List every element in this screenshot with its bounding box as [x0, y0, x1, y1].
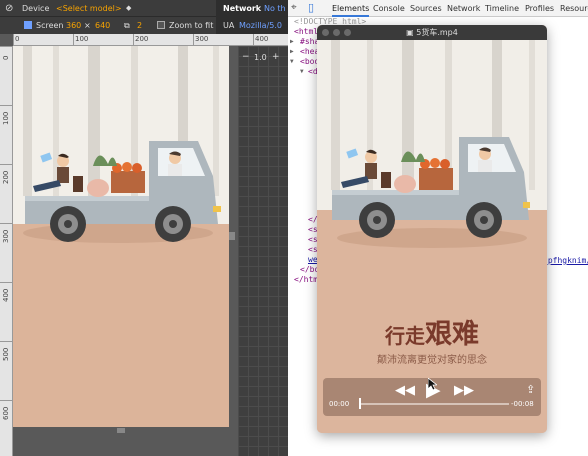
video-player-window: ▣ 5货车.mp4 行走艰难 颠沛流离更觉对家的思念 ◀◀ ▶▶ ⇪ 00:00… — [317, 25, 547, 433]
device-mode-toggle-icon[interactable]: ▯ — [308, 1, 314, 14]
emulated-viewport — [13, 46, 229, 427]
tab-resources[interactable]: Resourc — [560, 0, 588, 17]
time-remaining: -00:08 — [511, 400, 534, 408]
page-dots — [409, 429, 451, 433]
zoom-in-button[interactable]: + — [272, 52, 280, 62]
ruler-label: 400 — [2, 288, 10, 302]
ua-input[interactable]: Mozilla/5.0 — [239, 17, 282, 34]
ruler-label: 300 — [195, 35, 209, 43]
video-subheadline: 颠沛流离更觉对家的思念 — [377, 355, 487, 366]
tab-sources[interactable]: Sources — [410, 0, 442, 17]
ruler-vertical: 0 100 200 300 400 500 600 — [0, 46, 13, 456]
truck-illustration — [13, 46, 229, 427]
zoom-value: 1.0 — [254, 53, 267, 62]
mouse-cursor-icon — [428, 378, 437, 391]
screen-width-input[interactable]: 360 — [66, 17, 81, 34]
device-toolbar: ⊘ Device <Select model> ◆ Network No th … — [0, 0, 288, 34]
tab-timeline[interactable]: Timeline — [485, 0, 519, 17]
ruler-label: 100 — [2, 111, 10, 125]
ruler-label: 600 — [2, 406, 10, 420]
player-titlebar: ▣ 5货车.mp4 — [317, 25, 547, 40]
ua-label: UA — [223, 21, 235, 30]
device-toolbar-row1: ⊘ Device <Select model> ◆ Network No th — [0, 0, 288, 17]
ruler-label: 0 — [2, 55, 10, 60]
ruler-label: 200 — [2, 170, 10, 184]
time-current: 00:00 — [329, 400, 350, 408]
dpr-icon: ⧉ — [124, 21, 130, 30]
tab-console[interactable]: Console — [373, 0, 405, 17]
tab-network[interactable]: Network — [447, 0, 480, 17]
rewind-icon[interactable]: ◀◀ — [395, 383, 415, 398]
progress-knob[interactable] — [359, 398, 361, 409]
tab-profiles[interactable]: Profiles — [525, 0, 554, 17]
ruler-label: 500 — [2, 347, 10, 361]
dom-html-close: </htm — [294, 275, 319, 284]
device-label: Device — [22, 4, 50, 13]
inspect-icon[interactable]: ⌖ — [291, 2, 297, 13]
zoom-to-fit-label: Zoom to fit — [169, 21, 214, 30]
network-label: Network — [223, 4, 262, 13]
dpr-input[interactable]: 2 — [137, 17, 142, 34]
device-toolbar-row2: Screen 360 × 640 ⧉ 2 Zoom to fit UA Mozi… — [0, 17, 288, 34]
screen-label: Screen — [36, 21, 64, 30]
video-frame: 行走艰难 颠沛流离更觉对家的思念 ◀◀ ▶ ▶▶ ⇪ 00:00 -00:08 — [317, 40, 547, 433]
device-mode-icon[interactable]: ⊘ — [5, 0, 13, 17]
screen-checkbox[interactable] — [24, 21, 32, 29]
ruler-label: 0 — [15, 35, 20, 43]
zoom-control: − 1.0 + — [240, 52, 286, 66]
share-icon[interactable]: ⇪ — [526, 383, 535, 396]
tab-elements[interactable]: Elements — [332, 0, 370, 17]
dom-resource-link[interactable]: lpfhgknim/ — [543, 256, 588, 265]
ruler-label: 300 — [2, 229, 10, 243]
progress-track[interactable] — [359, 403, 509, 405]
zoom-out-button[interactable]: − — [242, 52, 250, 62]
ruler-label: 200 — [135, 35, 149, 43]
chevron-down-icon[interactable]: ◆ — [126, 0, 131, 17]
fast-forward-icon[interactable]: ▶▶ — [454, 383, 474, 398]
ruler-label: 400 — [255, 35, 269, 43]
devtools-tabbar: ⌖ ▯ Elements Console Sources Network Tim… — [288, 0, 588, 17]
times-sign: × — [84, 21, 91, 30]
video-headline: 行走艰难 — [317, 312, 547, 351]
device-model-select[interactable]: <Select model> — [56, 0, 122, 17]
screen-height-input[interactable]: 640 — [95, 17, 110, 34]
network-throttle-select[interactable]: No th — [264, 0, 286, 17]
resize-handle-bottom[interactable] — [117, 428, 125, 433]
canvas-grid — [238, 46, 288, 456]
ruler-horizontal: 0 100 200 300 400 — [13, 34, 288, 46]
player-title: ▣ 5货车.mp4 — [406, 28, 458, 37]
dom-html[interactable]: <html — [294, 27, 318, 36]
headline-part2: 艰难 — [425, 319, 479, 350]
video-file-icon: ▣ — [406, 28, 417, 37]
zoom-to-fit-checkbox[interactable] — [157, 21, 165, 29]
video-illustration — [317, 40, 547, 300]
ruler-label: 100 — [75, 35, 89, 43]
headline-part1: 行走 — [385, 324, 425, 348]
resize-handle-right[interactable] — [229, 232, 235, 240]
